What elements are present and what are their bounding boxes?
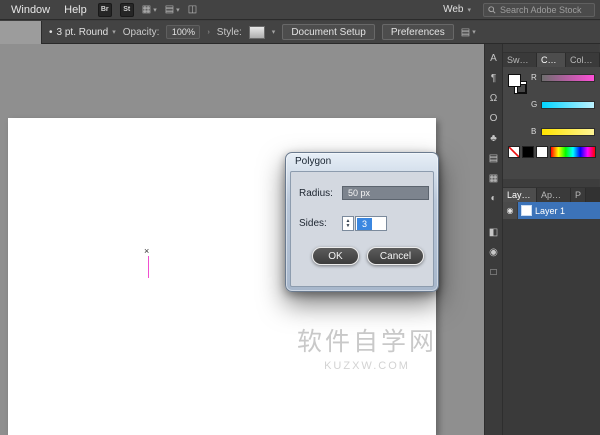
control-bar: • 3 pt. Round ▾ Opacity: 100% › Style: ▾… [0,21,600,44]
blue-channel-slider[interactable] [541,128,595,136]
paragraph-panel-icon[interactable]: ¶ [491,73,496,84]
sides-selected-value: 3 [357,218,372,230]
dialog-title[interactable]: Polygon [286,153,438,171]
green-channel-label: G [531,100,538,109]
layers-panel-tabs: Layers Appearance P [503,187,600,202]
none-swatch[interactable] [508,146,520,158]
tab-color-guide[interactable]: Color G [566,53,600,67]
graph-panel-icon[interactable]: ▦ [489,173,498,184]
gradient-panel-icon[interactable]: ◐ [490,193,496,204]
watermark: 软件自学网 KUZXW.COM [292,322,442,372]
chevron-down-icon: ▾ [176,6,180,14]
opacity-label: Opacity: [123,27,160,38]
screen-mode-icon[interactable]: ◫ [188,4,197,15]
style-label: Style: [217,27,242,38]
opentype-panel-icon[interactable]: O [490,113,498,124]
panel-icon-strip: A ¶ Ω O ♣ ▤ ▦ ◐ ◧ ◉ □ [484,44,502,435]
style-swatch[interactable] [249,26,265,39]
layer-thumbnail [521,205,532,216]
cancel-button[interactable]: Cancel [367,247,424,265]
layer-row[interactable]: ◉ Layer 1 [503,202,600,219]
symbols-panel-icon[interactable]: ♣ [490,133,497,144]
visibility-eye-icon[interactable]: ◉ [503,202,518,219]
red-channel-slider[interactable] [541,74,595,82]
tab-layers[interactable]: Layers [503,188,537,202]
swatches-panel-icon[interactable]: □ [490,267,496,278]
chevron-down-icon: ▾ [153,6,157,14]
chevron-down-icon: ▾ [472,28,476,36]
sides-label: Sides: [299,218,327,229]
chevron-down-icon: ▾ [467,6,471,14]
panel-dock: Swatch Color Color G R G B [502,44,599,435]
blue-channel-label: B [531,127,538,136]
tab-appearance[interactable]: Appearance [537,188,571,202]
color-panel: R G B [503,67,600,179]
panel-empty-area [503,219,600,435]
quick-swatch-row [508,145,596,158]
appearance-preview-swatch [0,21,42,44]
sides-input[interactable]: 3 [355,216,387,231]
document-setup-button[interactable]: Document Setup [282,24,375,40]
chevron-down-icon[interactable]: ▾ [272,28,276,36]
radius-label: Radius: [299,188,333,199]
opacity-input[interactable]: 100% [166,25,200,39]
search-input[interactable]: Search Adobe Stock [483,3,595,17]
stroke-style-value: 3 pt. Round [57,27,109,38]
stock-icon[interactable]: St [120,3,134,17]
workspace-label: Web [443,4,463,15]
grid-icon: ▤ [461,27,470,38]
menu-help[interactable]: Help [61,4,90,16]
tab-swatches[interactable]: Swatch [503,53,537,67]
search-placeholder: Search Adobe Stock [500,5,582,15]
color-panel-tabs: Swatch Color Color G [503,52,600,67]
appearance-panel-icon[interactable]: ◧ [489,227,498,238]
layer-name: Layer 1 [535,206,565,216]
white-swatch[interactable] [536,146,548,158]
watermark-text: 软件自学网 [292,322,442,358]
red-channel-label: R [531,73,538,82]
blue-channel-row: B [531,127,595,136]
character-panel-icon[interactable]: A [490,53,497,64]
chevron-down-icon: ▾ [112,28,116,36]
bridge-icon[interactable]: Br [98,3,112,17]
brush-dot-icon: • [49,27,53,38]
stepper-down-icon[interactable]: ▼ [346,224,351,229]
black-swatch[interactable] [522,146,534,158]
document-layout-icon[interactable]: ▤ ▾ [165,4,180,15]
dialog-body: Radius: 50 px Sides: ▲ ▼ 3 OK Cancel [290,171,434,287]
green-channel-slider[interactable] [541,101,595,109]
watermark-domain: KUZXW.COM [292,360,442,372]
ok-button[interactable]: OK [312,247,359,265]
color-spectrum-bar[interactable] [550,146,596,158]
grid-icon: ◫ [188,4,197,15]
search-icon [488,6,496,14]
workspace-switcher[interactable]: Web ▾ [443,4,475,15]
opacity-flyout-icon[interactable]: › [207,29,209,36]
grid-icon: ▦ [142,4,151,15]
illustrator-window: Window Help Br St ▦ ▾ ▤ ▾ ◫ Web ▾ Search… [0,0,600,435]
glyphs-panel-icon[interactable]: Ω [490,93,497,104]
radius-input[interactable]: 50 px [342,186,429,200]
tab-color[interactable]: Color [537,53,566,67]
align-options-icon[interactable]: ▤ ▾ [461,27,476,38]
menubar: Window Help Br St ▦ ▾ ▤ ▾ ◫ Web ▾ Search… [0,0,600,20]
drawn-path-segment[interactable] [148,256,149,278]
preferences-button[interactable]: Preferences [382,24,454,40]
layer-selection[interactable]: Layer 1 [518,202,600,219]
arrange-documents-icon[interactable]: ▦ ▾ [142,4,157,15]
red-channel-row: R [531,73,595,82]
grid-icon: ▤ [165,4,174,15]
stroke-panel-icon[interactable]: ◉ [489,247,498,258]
pen-anchor-cross-icon: × [144,246,149,256]
sides-stepper[interactable]: ▲ ▼ [342,216,354,231]
artboards-panel-icon[interactable]: ▤ [489,153,498,164]
stroke-style-dropdown[interactable]: • 3 pt. Round ▾ [49,27,116,38]
tab-properties[interactable]: P [571,188,586,202]
menu-window[interactable]: Window [8,4,53,16]
green-channel-row: G [531,100,595,109]
polygon-dialog: Polygon Radius: 50 px Sides: ▲ ▼ 3 OK Ca… [285,152,439,292]
fill-color-swatch[interactable] [508,74,521,87]
